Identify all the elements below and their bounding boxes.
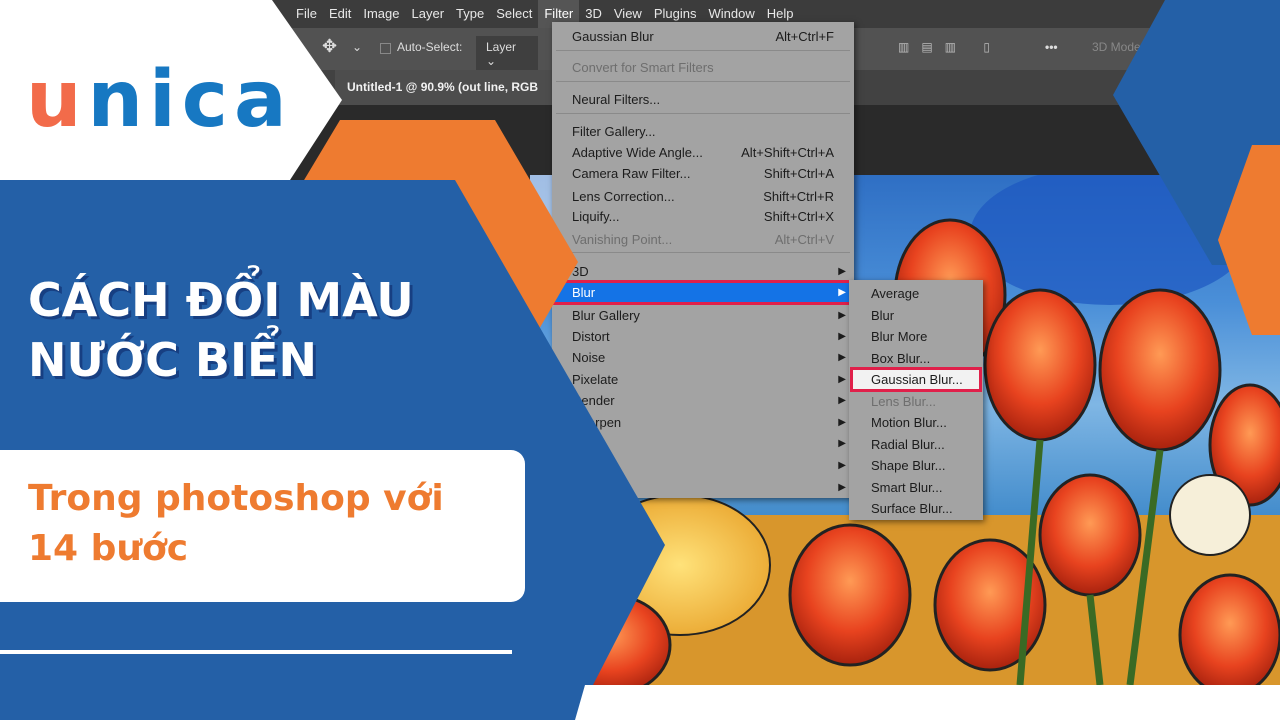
subtitle: Trong photoshop với 14 bước bbox=[28, 474, 444, 574]
divider-line bbox=[0, 650, 512, 654]
unica-logo: unica bbox=[26, 60, 293, 140]
logo-u: u bbox=[26, 55, 88, 145]
headline: CÁCH ĐỔI MÀU NƯỚC BIỂN bbox=[28, 270, 414, 390]
headline-line-1: CÁCH ĐỔI MÀU bbox=[28, 273, 414, 327]
subtitle-line-1: Trong photoshop với bbox=[28, 478, 444, 519]
subtitle-line-2: 14 bước bbox=[28, 528, 189, 569]
logo-nica: nica bbox=[87, 55, 293, 145]
blue-hexagon-bottom bbox=[0, 685, 585, 720]
headline-line-2: NƯỚC BIỂN bbox=[28, 333, 317, 387]
